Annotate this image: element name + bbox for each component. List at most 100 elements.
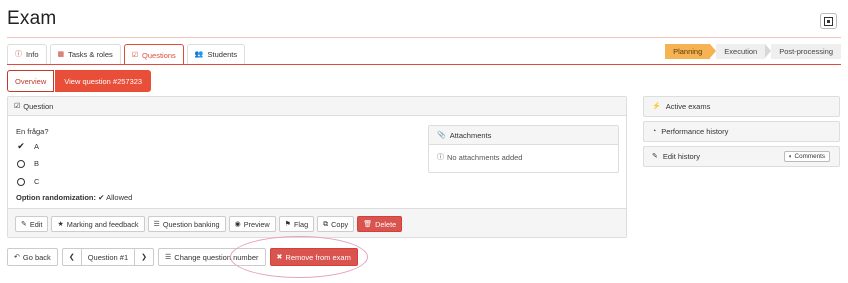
pencil-icon: ✎ <box>21 220 27 228</box>
tab-questions-label: Questions <box>142 50 176 60</box>
banking-label: Question banking <box>162 219 220 229</box>
preview-button[interactable]: ◉ Preview <box>228 216 276 232</box>
question-number-label: Question #1 <box>87 252 129 262</box>
reply-arrow-icon: ↶ <box>14 253 20 261</box>
trash-icon: 🗑 <box>363 220 373 228</box>
question-prompt: En fråga? <box>16 127 49 136</box>
step-execution[interactable]: Execution <box>716 44 766 59</box>
question-pager: ❮ Question #1 ❯ <box>61 248 155 266</box>
option-randomization: Option randomization: ✔ Allowed <box>16 193 132 202</box>
copy-label: Copy <box>331 219 349 229</box>
tab-students[interactable]: 👥 Students <box>186 44 246 64</box>
marking-feedback-button[interactable]: ★ Marking and feedback <box>51 216 145 232</box>
list-icon: ☰ <box>165 253 172 261</box>
main-tabs: ⓘ Info ▦ Tasks & roles ☑ Questions 👥 Stu… <box>7 44 246 65</box>
change-number-label: Change question number <box>174 252 259 262</box>
tab-divider <box>7 64 841 65</box>
question-navigation: ↶ Go back ❮ Question #1 ❯ ☰ Change quest… <box>7 248 358 266</box>
tab-info[interactable]: ⓘ Info <box>7 44 47 64</box>
expand-icon <box>824 16 833 26</box>
chevron-left-icon: ❮ <box>68 253 75 261</box>
grading-icon: ★ <box>57 220 64 228</box>
copy-icon: ⧉ <box>323 220 329 228</box>
attachments-empty-text: No attachments added <box>447 153 523 162</box>
attachments-panel: 📎 Attachments ⓘ No attachments added <box>428 125 619 173</box>
remove-label: Remove from exam <box>285 252 351 262</box>
bolt-icon: ⚡ <box>652 103 661 110</box>
marking-label: Marking and feedback <box>66 219 139 229</box>
chevron-right-icon: ❯ <box>141 253 148 261</box>
go-back-button[interactable]: ↶ Go back <box>7 248 58 266</box>
pie-chart-icon: ◔ <box>652 128 657 135</box>
tab-tasks-roles[interactable]: ▦ Tasks & roles <box>49 44 121 64</box>
page-title: Exam <box>7 8 57 29</box>
tab-questions[interactable]: ☑ Questions <box>123 44 184 65</box>
info-circle-icon: ⓘ <box>437 154 444 161</box>
option-c: C <box>17 177 39 186</box>
attachments-body: ⓘ No attachments added <box>429 145 618 170</box>
go-back-label: Go back <box>22 252 51 262</box>
previous-question-button[interactable]: ❮ <box>61 248 82 266</box>
option-b: B <box>17 159 39 168</box>
next-question-button[interactable]: ❯ <box>134 248 155 266</box>
sidebar-edit-history-label: Edit history <box>662 152 700 161</box>
option-label: B <box>34 159 40 168</box>
comments-toggle[interactable]: ◐ Comments <box>783 151 830 162</box>
header-divider <box>7 37 841 38</box>
flag-label: Flag <box>293 219 309 229</box>
info-circle-icon: ⓘ <box>15 51 22 58</box>
question-actions: ✎ Edit ★ Marking and feedback ☰ Question… <box>15 216 403 232</box>
preview-label: Preview <box>243 219 270 229</box>
question-panel-title: Question <box>23 101 54 111</box>
delete-label: Delete <box>375 219 397 229</box>
flag-button[interactable]: ⚑ Flag <box>278 216 315 232</box>
question-panel-header: ☑ Question <box>8 97 626 116</box>
randomization-label: Option randomization: <box>16 193 96 202</box>
copy-button[interactable]: ⧉ Copy <box>317 216 355 232</box>
eye-icon: ◉ <box>234 220 241 228</box>
checkbox-icon: ☑ <box>14 102 21 110</box>
change-question-number-button[interactable]: ☰ Change question number <box>158 248 266 266</box>
option-label: C <box>34 177 40 186</box>
table-icon: ▦ <box>57 51 65 58</box>
attachments-header: 📎 Attachments <box>429 126 618 145</box>
toggle-icon: ◐ <box>788 153 793 160</box>
subtab-overview[interactable]: Overview <box>7 70 55 92</box>
step-post-processing[interactable]: Post-processing <box>771 44 841 59</box>
question-number: Question #1 <box>80 248 136 266</box>
delete-button[interactable]: 🗑 Delete <box>357 216 403 232</box>
randomization-value: Allowed <box>106 193 133 202</box>
remove-from-exam-button[interactable]: ✖ Remove from exam <box>269 248 358 266</box>
question-panel: ☑ Question En fråga? ✔ A B C Option rand… <box>7 96 627 238</box>
paperclip-icon: 📎 <box>437 131 446 139</box>
sidebar-active-exams-label: Active exams <box>665 102 711 111</box>
edit-button[interactable]: ✎ Edit <box>15 216 49 232</box>
option-a: ✔ A <box>17 141 39 152</box>
tab-info-label: Info <box>26 50 39 59</box>
radio-icon <box>17 177 25 186</box>
users-icon: 👥 <box>194 51 204 58</box>
radio-icon <box>17 159 25 168</box>
sidebar-performance-history[interactable]: ◔ Performance history <box>643 121 840 142</box>
sidebar-edit-history[interactable]: ✎ Edit history ◐ Comments <box>643 146 840 167</box>
option-label: A <box>34 142 40 151</box>
question-banking-button[interactable]: ☰ Question banking <box>147 216 226 232</box>
pencil-icon: ✎ <box>652 153 658 160</box>
check-icon: ✔ <box>17 141 25 151</box>
attachments-title: Attachments <box>449 130 492 140</box>
flag-icon: ⚑ <box>284 220 291 228</box>
sidebar-active-exams[interactable]: ⚡ Active exams <box>643 96 840 117</box>
expand-button[interactable] <box>820 13 837 29</box>
step-planning[interactable]: Planning <box>665 44 711 59</box>
tab-students-label: Students <box>207 50 238 59</box>
question-actions-bar: ✎ Edit ★ Marking and feedback ☰ Question… <box>8 208 626 237</box>
subtab-view-question[interactable]: View question #257323 <box>55 70 152 92</box>
checkbox-icon: ☑ <box>131 51 139 59</box>
close-icon: ✖ <box>276 253 283 261</box>
database-icon: ☰ <box>153 220 160 228</box>
sidebar-performance-history-label: Performance history <box>661 127 729 136</box>
question-subtabs: Overview View question #257323 <box>7 70 152 92</box>
check-icon: ✔ <box>98 193 105 202</box>
comments-toggle-label: Comments <box>794 153 825 160</box>
workflow-progress: Planning Execution Post-processing <box>665 44 841 59</box>
